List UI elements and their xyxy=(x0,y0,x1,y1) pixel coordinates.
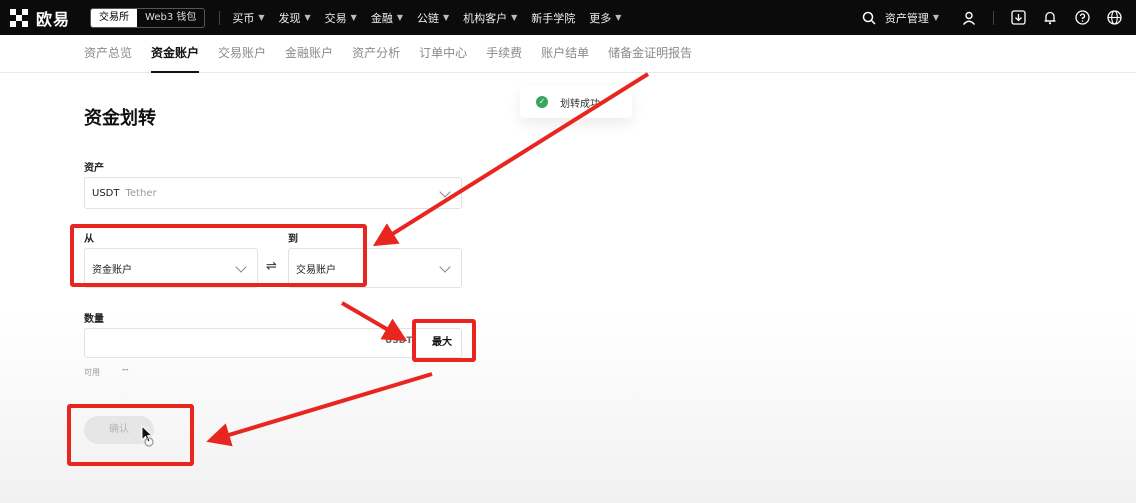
arrow-to-max-button xyxy=(340,301,408,342)
annotation-arrows xyxy=(206,72,650,447)
arrow-to-transfer-fields xyxy=(372,72,650,247)
arrow-to-confirm-button xyxy=(206,372,433,447)
